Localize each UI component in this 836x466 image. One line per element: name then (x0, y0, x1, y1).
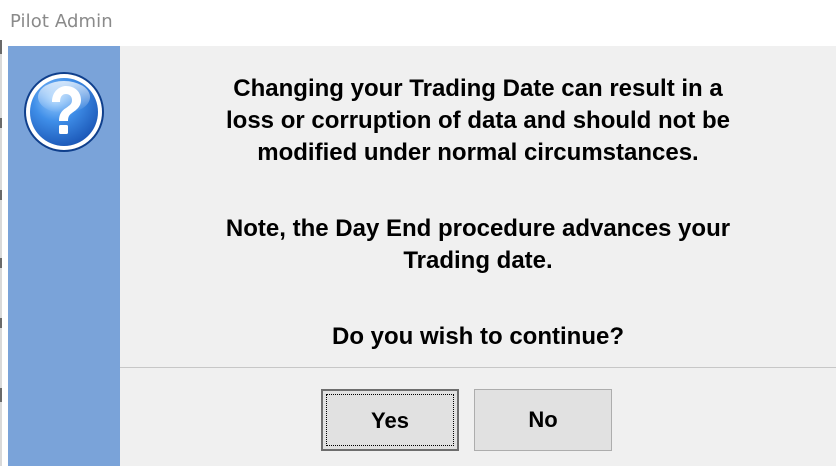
message-line: Note, the Day End procedure advances you… (225, 215, 731, 242)
question-icon (24, 72, 104, 152)
background-edge-mark (0, 190, 2, 200)
background-window-edge (0, 46, 2, 466)
background-edge-mark (0, 40, 2, 54)
background-edge-mark (0, 118, 2, 128)
message-line: modified under normal circumstances. (257, 139, 699, 166)
message-line: Changing your Trading Date can result in… (233, 75, 723, 102)
no-button[interactable]: No (474, 389, 612, 451)
window-title: Pilot Admin (10, 11, 113, 32)
button-bar: Yes No (120, 368, 836, 466)
dialog-content: Changing your Trading Date can result in… (120, 46, 836, 367)
warning-message: Changing your Trading Date can result in… (120, 73, 836, 169)
background-edge-mark (0, 318, 2, 328)
message-line: Trading date. (403, 247, 553, 274)
background-edge-mark (0, 388, 2, 402)
question-text: Do you wish to continue? (332, 323, 624, 350)
background-edge-mark (0, 258, 2, 268)
title-bar[interactable]: Pilot Admin (0, 0, 836, 46)
note-message: Note, the Day End procedure advances you… (120, 213, 836, 277)
yes-button[interactable]: Yes (321, 389, 459, 451)
dialog-window: Pilot Admin Changing your Trading Date c… (0, 0, 836, 466)
message-line: loss or corruption of data and should no… (226, 107, 730, 134)
